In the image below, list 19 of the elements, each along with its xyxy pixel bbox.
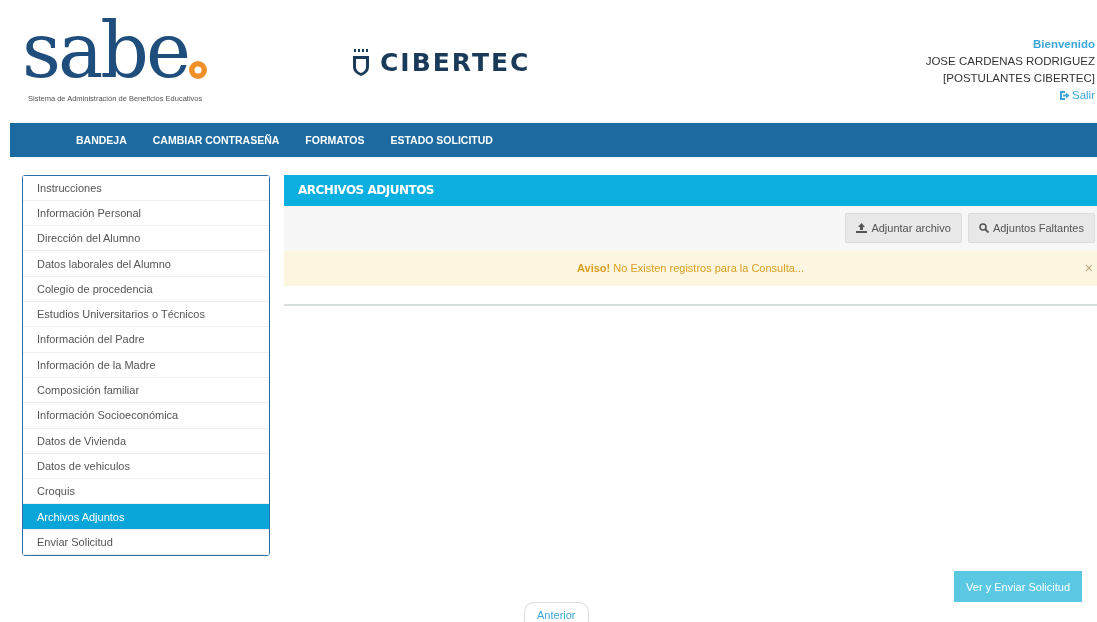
user-name: JOSE CARDENAS RODRIGUEZ: [925, 54, 1095, 69]
search-icon: [978, 223, 989, 234]
greeting: Bienvenido: [1033, 37, 1095, 52]
sidebar-item[interactable]: Instrucciones: [23, 175, 269, 201]
logo-text: sabe: [22, 10, 188, 92]
partner-logo-text: CIBERTEC: [380, 48, 531, 77]
panel-title: ARCHIVOS ADJUNTOS: [284, 174, 1097, 206]
search-button[interactable]: Adjuntos Faltantes: [967, 213, 1095, 244]
nav-link[interactable]: FORMATOS: [305, 133, 365, 146]
nav-link[interactable]: BANDEJA: [76, 133, 127, 146]
logo-mark-icon: [187, 60, 208, 80]
shield-icon: [350, 48, 372, 77]
user-group: [POSTULANTES CIBERTEC]: [943, 70, 1095, 87]
alert-message: Aviso! No Existen registros para la Consulta...: [577, 262, 804, 275]
upload-button[interactable]: Adjuntar archivo: [845, 213, 962, 244]
upload-icon: [856, 223, 868, 234]
nav-link[interactable]: ESTADO SOLICITUD: [390, 133, 493, 146]
nav-link[interactable]: CAMBIAR CONTRASEÑA: [152, 133, 280, 146]
logout-icon: [1059, 90, 1070, 101]
